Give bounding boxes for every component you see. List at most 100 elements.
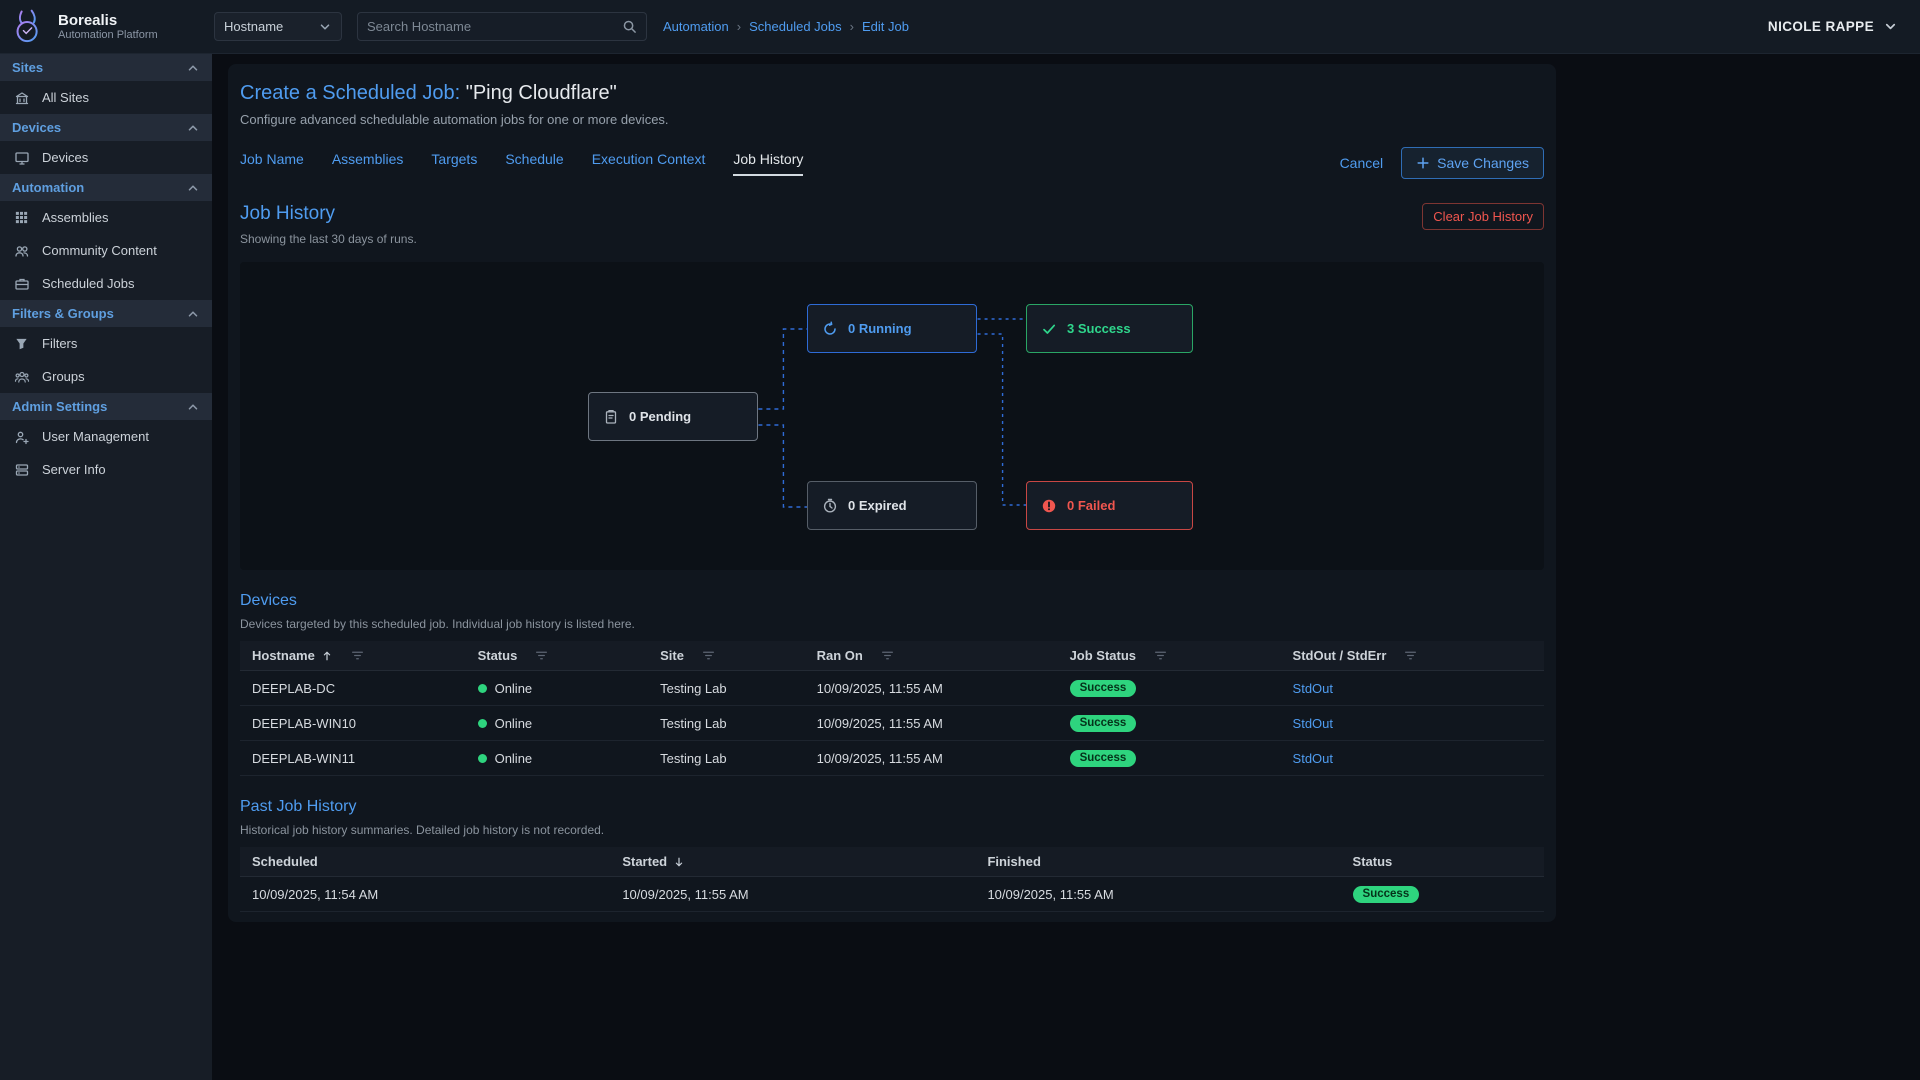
online-status-dot [478, 684, 487, 693]
sidebar-item-label: Groups [42, 369, 85, 384]
column-label: Scheduled [252, 854, 318, 869]
tab-targets[interactable]: Targets [431, 151, 477, 176]
filter-icon[interactable] [881, 649, 894, 662]
column-header-status[interactable]: Status [1341, 847, 1544, 877]
breadcrumb-edit-job[interactable]: Edit Job [862, 19, 909, 34]
section-label: Automation [12, 180, 84, 195]
column-header-scheduled[interactable]: Scheduled [240, 847, 610, 877]
ran-on-cell: 10/09/2025, 11:55 AM [805, 741, 1058, 776]
flow-box-pending: 0 Pending [588, 392, 758, 441]
flow-box-label: 0 Failed [1067, 498, 1115, 513]
tab-assemblies[interactable]: Assemblies [332, 151, 404, 176]
user-menu[interactable]: NICOLE RAPPE [1768, 19, 1898, 34]
stdout-link[interactable]: StdOut [1293, 751, 1333, 766]
sidebar: Sites All Sites Devices Devices Automati… [0, 54, 212, 1080]
online-status-dot [478, 754, 487, 763]
online-status-dot [478, 719, 487, 728]
sidebar-section-sites[interactable]: Sites [0, 54, 212, 81]
chevron-up-icon [186, 121, 200, 135]
sidebar-section-automation[interactable]: Automation [0, 174, 212, 201]
job-status-cell: Success [1058, 741, 1281, 776]
section-label: Admin Settings [12, 399, 107, 414]
sidebar-item-filters[interactable]: Filters [0, 327, 212, 360]
status-badge: Success [1070, 680, 1137, 697]
column-header-status[interactable]: Status [466, 641, 649, 671]
sidebar-item-server-info[interactable]: Server Info [0, 453, 212, 486]
devices-subheading: Devices targeted by this scheduled job. … [240, 617, 1544, 631]
column-header-hostname[interactable]: Hostname [240, 641, 466, 671]
borealis-logo-icon [8, 7, 48, 47]
tab-job-history[interactable]: Job History [733, 151, 803, 176]
column-header-job-status[interactable]: Job Status [1058, 641, 1281, 671]
chevron-up-icon [186, 181, 200, 195]
alert-icon [1041, 498, 1057, 514]
breadcrumb-separator: › [737, 19, 741, 34]
sidebar-item-community-content[interactable]: Community Content [0, 234, 212, 267]
cancel-button[interactable]: Cancel [1340, 155, 1384, 171]
table-row[interactable]: DEEPLAB-WIN11 Online Testing Lab 10/09/2… [240, 741, 1544, 776]
main-content: Create a Scheduled Job: "Ping Cloudflare… [212, 54, 1920, 1080]
clear-job-history-button[interactable]: Clear Job History [1422, 203, 1544, 230]
table-row[interactable]: DEEPLAB-WIN10 Online Testing Lab 10/09/2… [240, 706, 1544, 741]
sidebar-section-admin-settings[interactable]: Admin Settings [0, 393, 212, 420]
search-box [357, 12, 647, 41]
sidebar-item-label: Devices [42, 150, 88, 165]
filter-icon[interactable] [1404, 649, 1417, 662]
sidebar-item-user-management[interactable]: User Management [0, 420, 212, 453]
form-actions: Cancel Save Changes [1340, 147, 1544, 179]
breadcrumb-scheduled-jobs[interactable]: Scheduled Jobs [749, 19, 842, 34]
table-row[interactable]: DEEPLAB-DC Online Testing Lab 10/09/2025… [240, 671, 1544, 706]
breadcrumb-automation[interactable]: Automation [663, 19, 729, 34]
section-label: Sites [12, 60, 43, 75]
search-icon[interactable] [622, 19, 637, 34]
section-label: Filters & Groups [12, 306, 114, 321]
tab-schedule[interactable]: Schedule [505, 151, 563, 176]
stdout-cell: StdOut [1281, 671, 1544, 706]
search-input[interactable] [367, 19, 622, 34]
column-label: Ran On [817, 648, 863, 663]
column-header-finished[interactable]: Finished [975, 847, 1340, 877]
column-label: Status [478, 648, 518, 663]
save-changes-button[interactable]: Save Changes [1401, 147, 1544, 179]
status-cell: Online [466, 706, 649, 741]
flow-box-label: 0 Pending [629, 409, 691, 424]
tabs-row: Job Name Assemblies Targets Schedule Exe… [240, 147, 1544, 179]
scheduled-cell: 10/09/2025, 11:54 AM [240, 877, 610, 912]
sidebar-item-devices[interactable]: Devices [0, 141, 212, 174]
column-label: Hostname [252, 648, 315, 663]
tab-job-name[interactable]: Job Name [240, 151, 304, 176]
top-bar: Borealis Automation Platform Hostname Au… [0, 0, 1920, 54]
sidebar-item-all-sites[interactable]: All Sites [0, 81, 212, 114]
sidebar-item-scheduled-jobs[interactable]: Scheduled Jobs [0, 267, 212, 300]
sidebar-item-label: User Management [42, 429, 149, 444]
flow-box-running: 0 Running [807, 304, 977, 353]
stdout-link[interactable]: StdOut [1293, 716, 1333, 731]
breadcrumb: Automation › Scheduled Jobs › Edit Job [663, 19, 909, 34]
hostname-filter-select[interactable]: Hostname [214, 12, 342, 41]
column-header-ran-on[interactable]: Ran On [805, 641, 1058, 671]
flow-box-success: 3 Success [1026, 304, 1193, 353]
sidebar-item-label: Scheduled Jobs [42, 276, 135, 291]
status-cell: Online [466, 741, 649, 776]
column-header-started[interactable]: Started [610, 847, 975, 877]
sidebar-section-devices[interactable]: Devices [0, 114, 212, 141]
tab-execution-context[interactable]: Execution Context [592, 151, 706, 176]
filter-icon[interactable] [1154, 649, 1167, 662]
sidebar-item-assemblies[interactable]: Assemblies [0, 201, 212, 234]
section-label: Devices [12, 120, 61, 135]
chevron-down-icon [318, 20, 332, 34]
sidebar-item-label: Server Info [42, 462, 106, 477]
user-name: NICOLE RAPPE [1768, 19, 1874, 34]
brand: Borealis Automation Platform [0, 7, 212, 47]
filter-icon[interactable] [351, 649, 364, 662]
filter-icon[interactable] [702, 649, 715, 662]
filter-icon[interactable] [535, 649, 548, 662]
job-history-heading: Job History [240, 203, 417, 225]
stdout-link[interactable]: StdOut [1293, 681, 1333, 696]
sidebar-section-filters-groups[interactable]: Filters & Groups [0, 300, 212, 327]
column-header-site[interactable]: Site [648, 641, 804, 671]
column-header-stdout[interactable]: StdOut / StdErr [1281, 641, 1544, 671]
job-status-flow-diagram: 0 Pending 0 Running 3 Success 0 Expired … [240, 262, 1544, 570]
table-row[interactable]: 10/09/2025, 11:54 AM 10/09/2025, 11:55 A… [240, 877, 1544, 912]
sidebar-item-groups[interactable]: Groups [0, 360, 212, 393]
